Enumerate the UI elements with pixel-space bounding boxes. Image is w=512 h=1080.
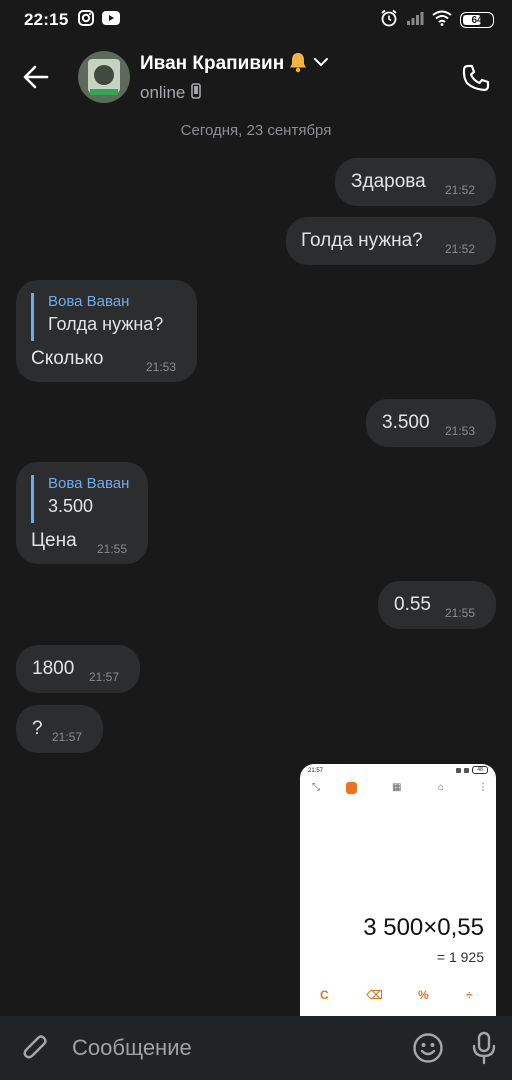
- image-attachment[interactable]: 21:57 48 ⤡ ▦ ⌂ ⋮ 3 500×0,55 = 1 925 C ⌫ …: [300, 764, 496, 1016]
- backspace-key: ⌫: [366, 988, 383, 1002]
- message-time: 21:53: [445, 424, 476, 438]
- home-icon: ⌂: [438, 782, 445, 793]
- message-incoming[interactable]: ? 21:57: [16, 705, 103, 753]
- microphone-icon: [472, 1031, 496, 1065]
- attachment-battery: 48: [472, 766, 488, 774]
- divide-key: ÷: [466, 988, 473, 1002]
- message-outgoing[interactable]: 3.500 21:53: [366, 399, 496, 447]
- attachment-status-icons: 48: [448, 766, 488, 774]
- message-time: 21:55: [97, 542, 128, 556]
- message-time: 21:52: [445, 242, 476, 256]
- alarm-icon: [380, 9, 398, 32]
- call-button[interactable]: [456, 58, 496, 98]
- calculator-icon: [346, 782, 357, 794]
- paperclip-icon: [23, 1035, 47, 1059]
- message-input[interactable]: [72, 1028, 400, 1068]
- reply-quote[interactable]: Вова Ваван Голда нужна?: [31, 293, 163, 341]
- message-text: Цена: [31, 530, 77, 551]
- emoji-button[interactable]: [400, 1016, 456, 1080]
- calculator-expression: 3 500×0,55: [363, 914, 484, 941]
- contact-status: online: [140, 83, 186, 102]
- message-incoming[interactable]: 1800 21:57: [16, 645, 140, 693]
- battery-icon: 64: [460, 12, 494, 28]
- attachment-status-time: 21:57: [308, 768, 324, 774]
- voice-button[interactable]: [456, 1016, 512, 1080]
- calculator-result: = 1 925: [436, 949, 484, 965]
- message-text: 3.500: [382, 412, 430, 433]
- message-text: Голда нужна?: [301, 230, 423, 251]
- contact-name: Иван Крапивин: [140, 53, 285, 74]
- reply-author: Вова Ваван: [48, 475, 130, 492]
- message-incoming[interactable]: Вова Ваван Голда нужна? Сколько 21:53: [16, 280, 197, 382]
- mobile-device-icon: [191, 82, 202, 104]
- battery-level: 64: [471, 14, 483, 26]
- percent-key: %: [418, 988, 429, 1002]
- youtube-icon: [102, 10, 121, 30]
- instagram-icon: [78, 9, 95, 31]
- converter-icon: ▦: [392, 782, 402, 793]
- chat-header: Иван Крапивин online: [0, 40, 512, 114]
- status-time: 22:15: [24, 10, 69, 29]
- message-outgoing[interactable]: Здарова 21:52: [335, 158, 496, 206]
- composer-bar: [0, 1016, 512, 1080]
- reply-quote[interactable]: Вова Ваван 3.500: [31, 475, 129, 523]
- message-text: 1800: [32, 658, 75, 679]
- avatar[interactable]: [78, 51, 130, 103]
- message-time: 21:57: [89, 670, 120, 684]
- message-time: 21:57: [52, 730, 83, 744]
- reply-text: 3.500: [48, 496, 94, 516]
- signal-icon: [406, 10, 424, 31]
- message-time: 21:55: [445, 606, 476, 620]
- message-outgoing[interactable]: 0.55 21:55: [378, 581, 496, 629]
- back-button[interactable]: [0, 40, 72, 114]
- message-time: 21:53: [146, 360, 177, 374]
- clear-key: C: [320, 988, 329, 1002]
- attach-button[interactable]: [0, 1016, 72, 1080]
- back-arrow-icon: [23, 65, 49, 89]
- wifi-icon: [432, 10, 452, 31]
- message-text: Сколько: [31, 348, 104, 369]
- date-separator: Сегодня, 23 сентября: [180, 122, 332, 139]
- bell-icon: [288, 51, 308, 78]
- message-outgoing[interactable]: Голда нужна? 21:52: [286, 217, 496, 265]
- message-text: ?: [32, 718, 43, 739]
- status-bar: 22:15 64: [0, 0, 512, 40]
- reply-text: Голда нужна?: [48, 314, 164, 334]
- message-text: 0.55: [394, 594, 431, 615]
- more-icon: ⋮: [478, 782, 488, 793]
- resize-icon: ⤡: [312, 782, 320, 793]
- contact-info[interactable]: Иван Крапивин online: [140, 51, 330, 104]
- message-text: Здарова: [351, 171, 426, 192]
- message-time: 21:52: [445, 183, 476, 197]
- message-incoming[interactable]: Вова Ваван 3.500 Цена 21:55: [16, 462, 148, 564]
- chevron-down-icon[interactable]: [312, 55, 330, 74]
- reply-author: Вова Ваван: [48, 293, 130, 310]
- emoji-icon: [413, 1033, 443, 1063]
- phone-icon: [462, 64, 490, 92]
